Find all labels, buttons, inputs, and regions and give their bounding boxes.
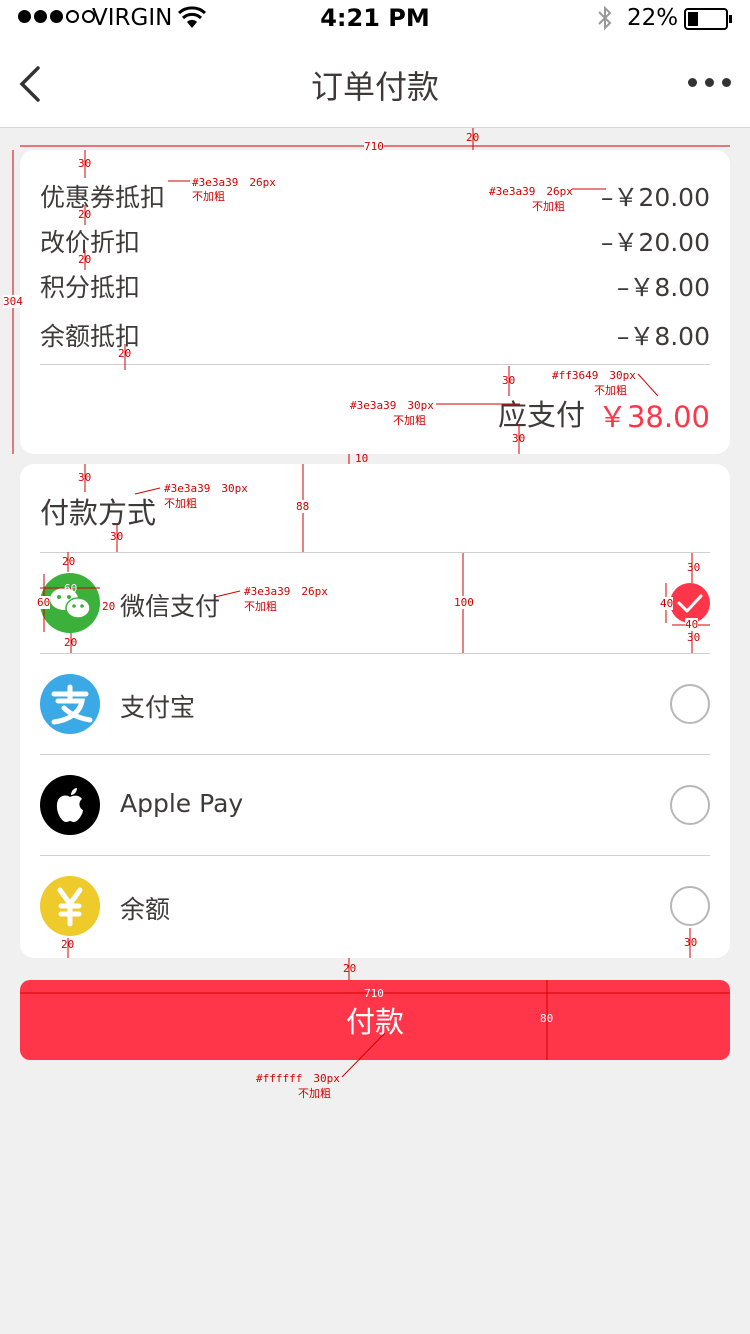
divider: [40, 364, 710, 365]
spec-annotation: #3e3a39 26px: [244, 585, 328, 598]
spec-annotation: 不加粗: [532, 200, 565, 213]
discount-value: –￥8.00: [616, 273, 710, 302]
spec-annotation: 30: [78, 157, 92, 170]
spec-annotation: 60: [37, 596, 51, 609]
spec-annotation: 30: [502, 374, 516, 387]
discount-label: 优惠券抵扣: [40, 183, 166, 212]
spec-annotation: 20: [78, 208, 92, 221]
payment-option-label: Apple Pay: [120, 789, 244, 818]
spec-annotation: 30: [110, 530, 124, 543]
spec-annotation: #3e3a39 30px: [164, 482, 248, 495]
spec-annotation: 10: [355, 452, 369, 465]
discount-value: –￥20.00: [600, 228, 710, 257]
spec-annotation: 不加粗: [393, 414, 426, 427]
spec-annotation: 20: [61, 938, 75, 951]
spec-annotation: 30: [687, 631, 701, 644]
battery-percent: 22%: [627, 5, 679, 31]
spec-annotation: #3e3a39 26px: [192, 176, 276, 189]
spec-annotation: 30: [512, 432, 526, 445]
spec-annotation: 不加粗: [192, 190, 225, 203]
more-dots-icon[interactable]: [688, 78, 731, 87]
page-title: 订单付款: [310, 68, 439, 106]
balance-discount-row: 余额抵扣 –￥8.00: [40, 317, 710, 351]
payment-option-label: 微信支付: [120, 592, 221, 621]
discount-value: –￥8.00: [616, 322, 710, 351]
spec-annotation: 40: [685, 618, 699, 631]
payment-option-label: 余额: [120, 895, 171, 924]
bluetooth-icon: [598, 5, 612, 31]
spec-annotation: 30: [687, 561, 701, 574]
nav-bar: 订单付款: [0, 40, 750, 128]
status-bar: VIRGIN 4:21 PM 22%: [0, 0, 750, 40]
spec-annotation: #ffffff 30px: [256, 1072, 340, 1085]
total-amount: ￥38.00: [597, 400, 710, 434]
spec-annotation: 20: [466, 131, 480, 144]
spec-annotation: 20: [78, 253, 92, 266]
spec-annotation: 20: [343, 962, 357, 975]
radio-unselected[interactable]: [670, 785, 710, 825]
price-change-discount-row: 改价折扣 –￥20.00: [40, 223, 710, 257]
spec-annotation: 不加粗: [594, 384, 627, 397]
radio-unselected[interactable]: [670, 684, 710, 724]
spec-annotation: 30: [684, 936, 698, 949]
spec-annotation: 不加粗: [244, 600, 277, 613]
pay-button-label: 付款: [345, 1005, 404, 1039]
spec-annotation: 20: [62, 555, 76, 568]
spec-annotation: 60: [64, 582, 78, 595]
payment-option-balance[interactable]: 余额: [40, 856, 710, 956]
discount-label: 积分抵扣: [40, 273, 141, 302]
payment-method-heading: 付款方式: [40, 496, 157, 530]
radio-unselected[interactable]: [670, 886, 710, 926]
spec-annotation: 不加粗: [164, 497, 197, 510]
spec-annotation: 88: [296, 500, 310, 513]
total-label: 应支付: [498, 398, 586, 432]
spec-annotation: #3e3a39 30px: [350, 399, 434, 412]
spec-annotation: 30: [78, 471, 92, 484]
spec-annotation: 304: [3, 295, 23, 308]
payment-option-apple-pay[interactable]: Apple Pay: [40, 755, 710, 855]
payment-option-wechat[interactable]: 微信支付: [40, 553, 710, 653]
spec-annotation: 20: [64, 636, 78, 649]
apple-icon: [40, 775, 100, 835]
yuan-icon: [40, 876, 100, 936]
payment-method-card: 付款方式 微信支付 支付宝 Apple Pay 余额: [20, 464, 730, 958]
alipay-icon: [40, 674, 100, 734]
spec-annotation: 20: [102, 600, 116, 613]
coupon-discount-row: 优惠券抵扣 –￥20.00: [40, 178, 710, 212]
battery-icon: [684, 8, 732, 30]
payment-option-label: 支付宝: [120, 693, 196, 722]
spec-annotation: 40: [660, 597, 674, 610]
discount-value: –￥20.00: [600, 183, 710, 212]
points-discount-row: 积分抵扣 –￥8.00: [40, 268, 710, 302]
spec-annotation: 20: [118, 347, 132, 360]
spec-annotation: #ff3649 30px: [552, 369, 636, 382]
payment-option-alipay[interactable]: 支付宝: [40, 654, 710, 754]
spec-annotation: 不加粗: [298, 1087, 331, 1100]
spec-annotation: 80: [540, 1012, 554, 1025]
checkmark-icon[interactable]: [670, 583, 710, 623]
spec-annotation: 100: [454, 596, 474, 609]
spec-annotation: 710: [364, 987, 384, 1000]
spec-annotation: 710: [364, 140, 384, 153]
spec-annotation: #3e3a39 26px: [489, 185, 573, 198]
